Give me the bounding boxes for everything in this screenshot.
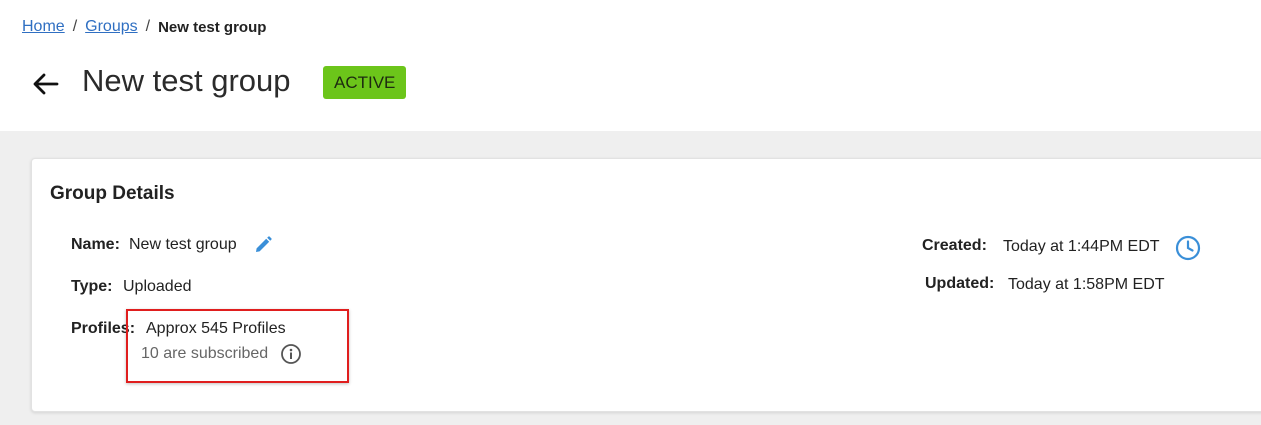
breadcrumb: Home / Groups / New test group (22, 18, 266, 36)
status-badge: ACTIVE (323, 66, 407, 99)
highlight-annotation (126, 309, 349, 383)
name-label: Name: (71, 236, 120, 253)
card-title: Group Details (50, 183, 175, 204)
breadcrumb-separator: / (145, 18, 151, 35)
clock-icon[interactable] (1175, 235, 1201, 261)
breadcrumb-home-link[interactable]: Home (22, 18, 65, 36)
breadcrumb-groups-link[interactable]: Groups (85, 18, 137, 36)
arrow-left-icon (33, 73, 59, 95)
type-value: Uploaded (123, 278, 192, 295)
back-button[interactable] (30, 68, 62, 100)
page-title: New test group (82, 63, 291, 98)
updated-label: Updated: (925, 275, 995, 292)
updated-value: Today at 1:58PM EDT (1008, 276, 1165, 293)
pencil-icon[interactable] (253, 235, 273, 255)
breadcrumb-current: New test group (158, 18, 267, 36)
type-label: Type: (71, 278, 113, 295)
breadcrumb-separator: / (72, 18, 78, 35)
name-value: New test group (129, 236, 237, 253)
created-label: Created: (922, 237, 987, 254)
created-value: Today at 1:44PM EDT (1003, 238, 1160, 255)
